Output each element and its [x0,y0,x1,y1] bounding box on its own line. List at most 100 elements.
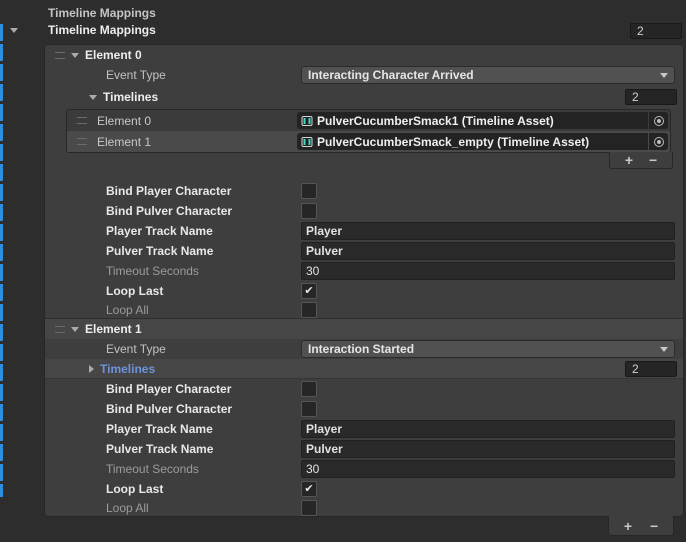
field-label: Loop All [106,303,301,317]
bind-pulver-character-checkbox[interactable]: ✔ [301,203,317,219]
timeout-seconds-input[interactable] [301,460,675,478]
object-field-value: PulverCucumberSmack_empty (Timeline Asse… [317,135,589,149]
timeline-item-label: Element 0 [97,114,297,128]
bind-player-character-checkbox[interactable]: ✔ [301,381,317,397]
object-field[interactable]: PulverCucumberSmack1 (Timeline Asset) [297,112,668,129]
player-track-name-input[interactable] [301,222,675,240]
loop-all-row: Loop All ✔ [45,499,683,516]
bind-player-character-checkbox[interactable]: ✔ [301,183,317,199]
prefab-override-bars [0,24,3,497]
loop-last-checkbox[interactable]: ✔ [301,283,317,299]
loop-all-checkbox[interactable]: ✔ [301,500,317,516]
checkmark-icon: ✔ [304,484,313,495]
player-track-name-input[interactable] [301,420,675,438]
object-field[interactable]: PulverCucumberSmack_empty (Timeline Asse… [297,133,668,150]
foldout-arrow-icon[interactable] [10,28,18,33]
field-label: Loop All [106,501,301,515]
picker-icon [654,137,664,147]
field-label: Bind Pulver Character [106,204,301,218]
timeline-asset-icon [301,115,313,127]
element-1-header[interactable]: Element 1 [45,318,683,339]
object-picker-button[interactable] [649,112,668,129]
field-label: Loop Last [106,482,301,496]
bind-pulver-character-row: Bind Pulver Character ✔ [45,201,683,221]
element-title: Element 1 [85,322,142,336]
dropdown-arrow-icon [660,73,668,78]
object-picker-button[interactable] [649,133,668,150]
player-track-name-row: Player Track Name [45,419,683,439]
loop-last-row: Loop Last ✔ [45,479,683,499]
event-type-dropdown[interactable]: Interacting Character Arrived [301,66,675,84]
timelines-label: Timelines [103,90,158,104]
timelines-list-footer: + − [609,152,673,169]
loop-all-checkbox[interactable]: ✔ [301,302,317,318]
timeline-item-label: Element 1 [97,135,297,149]
inspector-panel: Timeline Mappings Timeline Mappings 2 El… [0,0,686,542]
bind-pulver-character-checkbox[interactable]: ✔ [301,401,317,417]
pulver-track-name-row: Pulver Track Name [45,439,683,459]
field-label: Timeout Seconds [106,264,301,278]
field-label: Player Track Name [106,224,301,238]
timeout-seconds-row: Timeout Seconds [45,261,683,281]
object-field-value: PulverCucumberSmack1 (Timeline Asset) [317,114,554,128]
array-size-field[interactable]: 2 [630,23,682,39]
event-type-row: Event Type Interaction Started [45,339,683,359]
timeout-seconds-input[interactable] [301,262,675,280]
timeline-mappings-foldout-row[interactable]: Timeline Mappings 2 [0,22,686,40]
picker-icon [654,116,664,126]
field-label: Bind Player Character [106,184,301,198]
timelines-list: Element 0 PulverCucumberSmack1 (Timeline… [66,109,671,153]
dropdown-value: Interacting Character Arrived [308,68,474,82]
loop-all-row: Loop All ✔ [45,301,683,318]
bind-player-character-row: Bind Player Character ✔ [45,379,683,399]
foldout-arrow-icon[interactable] [71,327,79,332]
pulver-track-name-input[interactable] [301,440,675,458]
player-track-name-row: Player Track Name [45,221,683,241]
element-0-header[interactable]: Element 0 [45,45,683,65]
remove-timeline-button[interactable]: − [649,153,657,167]
foldout-arrow-icon[interactable] [89,95,97,100]
field-label: Player Track Name [106,422,301,436]
field-label: Pulver Track Name [106,442,301,456]
field-label: Loop Last [106,284,301,298]
pulver-track-name-input[interactable] [301,242,675,260]
timelines-size-field[interactable]: 2 [625,89,677,105]
loop-last-checkbox[interactable]: ✔ [301,481,317,497]
drag-handle-icon[interactable] [77,117,87,124]
timeline-asset-icon [301,136,313,148]
list-footer: + − [608,516,674,536]
event-type-row: Event Type Interacting Character Arrived [45,65,683,85]
bind-pulver-character-row: Bind Pulver Character ✔ [45,399,683,419]
dropdown-value: Interaction Started [308,342,414,356]
field-label: Bind Player Character [106,382,301,396]
drag-handle-icon[interactable] [77,138,87,145]
foldout-arrow-icon[interactable] [71,53,79,58]
field-label: Pulver Track Name [106,244,301,258]
loop-last-row: Loop Last ✔ [45,281,683,301]
event-type-dropdown[interactable]: Interaction Started [301,340,675,358]
add-element-button[interactable]: + [624,519,632,533]
timelines-foldout-row[interactable]: Timelines 2 [45,359,683,379]
dropdown-arrow-icon [660,347,668,352]
field-label: Bind Pulver Character [106,402,301,416]
element-title: Element 0 [85,48,142,62]
property-label-row: Timeline Mappings [0,4,686,22]
timeline-mappings-box: Element 0 Event Type Interacting Charact… [44,44,684,517]
foldout-arrow-icon[interactable] [89,365,94,373]
property-label: Timeline Mappings [48,6,156,20]
timeline-item-row[interactable]: Element 1 PulverCucumberSmack_empty (Tim… [67,131,670,152]
checkmark-icon: ✔ [304,286,313,297]
field-label: Timeout Seconds [106,462,301,476]
drag-handle-icon[interactable] [55,326,65,333]
timelines-size-field[interactable]: 2 [625,361,677,377]
timeline-item-row[interactable]: Element 0 PulverCucumberSmack1 (Timeline… [67,110,670,131]
remove-element-button[interactable]: − [650,519,658,533]
timelines-label: Timelines [100,362,155,376]
event-type-label: Event Type [106,342,301,356]
timelines-foldout-row[interactable]: Timelines 2 [45,87,683,107]
bind-player-character-row: Bind Player Character ✔ [45,181,683,201]
add-timeline-button[interactable]: + [625,153,633,167]
drag-handle-icon[interactable] [55,52,65,59]
list-title: Timeline Mappings [48,23,156,37]
pulver-track-name-row: Pulver Track Name [45,241,683,261]
